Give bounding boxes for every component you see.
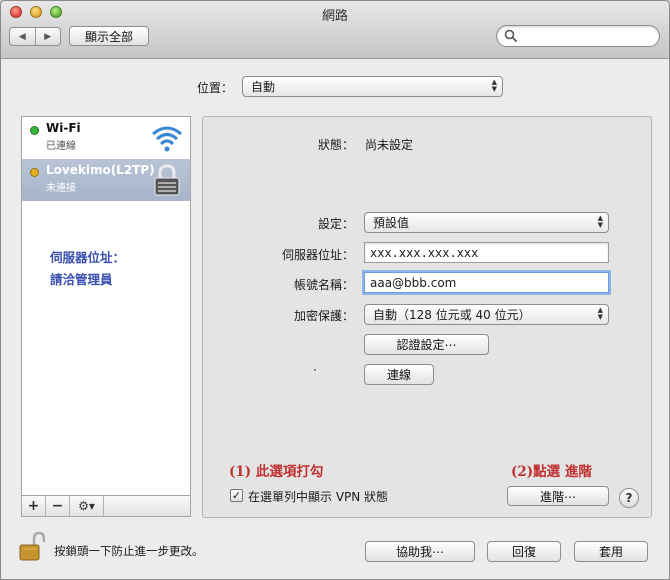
- service-list-toolbar: + − ⚙▾: [22, 495, 190, 516]
- revert-button[interactable]: 回復: [487, 541, 561, 562]
- assist-me-button[interactable]: 協助我⋯: [365, 541, 475, 562]
- encryption-value: 自動（128 位元或 40 位元）: [373, 308, 531, 322]
- remove-service-button[interactable]: −: [46, 496, 70, 516]
- annotation-click-advanced: (2)點選 進階: [511, 464, 592, 480]
- server-address-note: 伺服器位址： 請洽管理員: [50, 247, 125, 291]
- network-preferences-window: 網路 ◀ ▶ 顯示全部 位置： 自動 ▲ ▼ Wi-Fi 已連線 Lovekim…: [0, 0, 670, 580]
- show-vpn-status-label: 在選單列中顯示 VPN 狀態: [248, 490, 389, 504]
- service-item-vpn[interactable]: Lovekimo(L2TP) 未連接: [22, 159, 190, 201]
- service-status: 未連接: [46, 183, 76, 194]
- connect-button[interactable]: 連線: [364, 364, 434, 385]
- server-address-field[interactable]: xxx.xxx.xxx.xxx: [364, 242, 609, 263]
- status-dot: [30, 126, 39, 135]
- status-value: 尚未設定: [365, 138, 414, 152]
- window-title: 網路: [321, 9, 348, 24]
- server-address-label: 伺服器位址：: [281, 248, 354, 262]
- gear-icon[interactable]: ⚙▾: [70, 496, 104, 516]
- note-line: 請洽管理員: [50, 272, 113, 287]
- help-button[interactable]: ?: [619, 488, 639, 508]
- advanced-button[interactable]: 進階⋯: [507, 486, 609, 506]
- location-value: 自動: [251, 80, 276, 94]
- service-name: Wi-Fi: [46, 121, 81, 135]
- service-item-wifi[interactable]: Wi-Fi 已連線: [22, 117, 190, 159]
- account-name-field[interactable]: aaa@bbb.com: [364, 272, 609, 293]
- configuration-popup[interactable]: 預設值 ▲ ▼: [364, 212, 609, 233]
- apply-button[interactable]: 套用: [574, 541, 648, 562]
- wifi-icon: [152, 126, 182, 152]
- search-icon: [504, 29, 518, 43]
- service-name: Lovekimo(L2TP): [46, 163, 155, 177]
- status-label: 狀態：: [317, 138, 354, 152]
- configuration-value: 預設值: [373, 216, 410, 230]
- popup-arrows-icon: ▲ ▼: [597, 214, 603, 229]
- account-name-label: 帳號名稱：: [293, 278, 354, 292]
- back-icon[interactable]: ◀: [10, 28, 36, 45]
- note-line: 伺服器位址：: [50, 250, 126, 265]
- service-list: Wi-Fi 已連線 Lovekimo(L2TP) 未連接 伺服器位址： 請洽管理…: [21, 116, 191, 517]
- popup-arrows-icon: ▲ ▼: [491, 78, 497, 93]
- forward-icon[interactable]: ▶: [36, 28, 61, 45]
- show-vpn-status-checkbox[interactable]: ✓: [230, 489, 243, 502]
- encryption-label: 加密保護：: [293, 309, 354, 323]
- encryption-popup[interactable]: 自動（128 位元或 40 位元） ▲ ▼: [364, 304, 609, 325]
- location-label: 位置：: [197, 81, 234, 95]
- status-dot: [30, 168, 39, 177]
- location-popup[interactable]: 自動 ▲ ▼: [242, 76, 503, 97]
- popup-arrows-icon: ▲ ▼: [597, 306, 603, 321]
- dot-mark: ·: [313, 363, 317, 377]
- title-bar: 網路 ◀ ▶ 顯示全部: [1, 1, 669, 59]
- unlocked-padlock-icon[interactable]: [19, 531, 45, 561]
- search-input[interactable]: [496, 25, 660, 47]
- authentication-settings-button[interactable]: 認證設定⋯: [364, 334, 489, 355]
- annotation-check-option: (1) 此選項打勾: [229, 464, 324, 480]
- lock-hint-text: 按鎖頭一下防止進一步更改。: [54, 544, 204, 558]
- back-forward-control[interactable]: ◀ ▶: [9, 27, 61, 46]
- configuration-label: 設定：: [317, 217, 354, 231]
- add-service-button[interactable]: +: [22, 496, 46, 516]
- service-status: 已連線: [46, 141, 76, 152]
- vpn-lock-icon: [154, 164, 180, 196]
- show-all-button[interactable]: 顯示全部: [69, 26, 149, 46]
